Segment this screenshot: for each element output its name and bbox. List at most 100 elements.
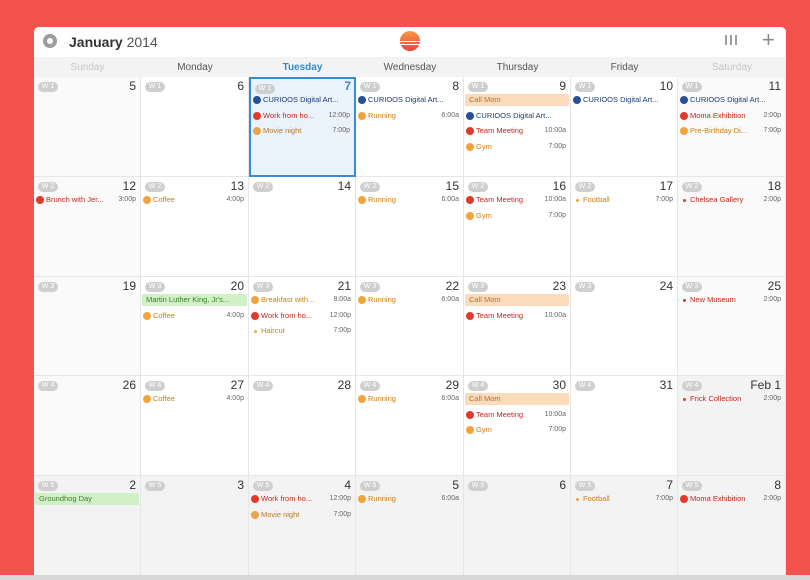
calendar-event[interactable]: Coffee 4:00p — [143, 393, 246, 405]
day-cell[interactable]: W 2 13 Coffee 4:00p — [141, 177, 249, 277]
event-time: 10:00a — [544, 311, 566, 319]
calendar-event[interactable]: Gym 7:00p — [466, 424, 568, 436]
day-cell[interactable]: W 5 7 Football 7:00p — [571, 476, 678, 580]
day-cell[interactable]: W 3 24 — [571, 277, 678, 376]
event-title: Running — [368, 110, 396, 120]
gear-icon[interactable] — [43, 34, 57, 48]
day-cell[interactable]: W 4 28 — [249, 376, 356, 476]
calendar-event[interactable]: Breakfast with... 8:00a — [251, 294, 353, 306]
day-cell[interactable]: W 1 7 CURIOOS Digital Art... Work from ho..… — [249, 77, 356, 177]
event-calendar-icon — [251, 495, 259, 503]
week-badge: W 5 — [468, 481, 488, 491]
day-cell[interactable]: W 5 4 Work from ho... 12:00p Movie night 7:00… — [249, 476, 356, 580]
calendar-event[interactable]: Gym 7:00p — [466, 210, 568, 222]
day-cell[interactable]: W 2 16 Team Meeting 10:00a Gym 7:00p — [464, 177, 571, 277]
day-cell[interactable]: W 5 8 Moma Exhibition 2:00p — [678, 476, 786, 580]
calendar-event[interactable]: Football 7:00p — [573, 493, 675, 505]
event-time: 3:00p — [118, 196, 136, 203]
calendar-event[interactable]: Running 6:00a — [358, 393, 461, 405]
day-cell[interactable]: W 1 8 CURIOOS Digital Art... Running 6:00a — [356, 77, 464, 177]
calendar-event[interactable]: Running 6:00a — [358, 110, 461, 122]
day-cell[interactable]: W 1 6 — [141, 77, 249, 177]
calendar-event[interactable]: Football 7:00p — [573, 194, 675, 206]
day-cell[interactable]: W 3 22 Running 6:00a — [356, 277, 464, 376]
day-cell[interactable]: W 1 11 CURIOOS Digital Art... Moma Exhibiti… — [678, 77, 786, 177]
day-cell[interactable]: W 1 10 CURIOOS Digital Art... — [571, 77, 678, 177]
columns-view-icon[interactable] — [724, 33, 738, 47]
day-cell[interactable]: W 4 30 Call Mom Team Meeting 10:00a Gym 7:00p — [464, 376, 571, 476]
event-time: 8:00a — [333, 296, 351, 303]
day-cell[interactable]: W 3 25 New Museum 2:00p — [678, 277, 786, 376]
day-cell[interactable]: W 5 3 — [141, 476, 249, 580]
day-cell[interactable]: W 5 2 Groundhog Day — [34, 476, 141, 580]
event-calendar-icon — [251, 311, 259, 320]
calendar-event[interactable]: Running 6:00a — [358, 194, 461, 206]
calendar-event[interactable]: Work from ho... 12:00p — [253, 110, 352, 122]
calendar-event[interactable]: Team Meeting 10:00a — [466, 310, 568, 322]
day-cell[interactable]: W 5 5 Running 6:00a — [356, 476, 464, 580]
calendar-event[interactable]: Chelsea Gallery 2:00p — [680, 194, 783, 206]
calendar-event[interactable]: CURIOOS Digital Art... — [358, 94, 461, 106]
calendar-event[interactable]: Brunch with Jer... 3:00p — [36, 194, 138, 206]
calendar-event[interactable]: New Museum 2:00p — [680, 294, 783, 306]
month-label: January — [69, 34, 123, 50]
calendar-event[interactable]: CURIOOS Digital Art... — [466, 110, 568, 122]
day-cell[interactable]: W 4 27 Coffee 4:00p — [141, 376, 249, 476]
calendar-event[interactable]: Movie night 7:00p — [251, 509, 353, 521]
calendar-event[interactable]: Team Meeting 10:00a — [466, 194, 568, 206]
day-number: Feb 1 — [750, 378, 781, 392]
calendar-event[interactable]: Running 6:00a — [358, 294, 461, 306]
calendar-event[interactable]: Pre-Birthday Di... 7:00p — [680, 125, 783, 137]
day-cell[interactable]: W 2 17 Football 7:00p — [571, 177, 678, 277]
calendar-event[interactable]: CURIOOS Digital Art... — [253, 94, 352, 106]
event-title: CURIOOS Digital Art... — [368, 95, 444, 104]
event-time: 7:00p — [763, 127, 781, 134]
calendar-event[interactable]: Movie night 7:00p — [253, 125, 352, 137]
calendar-event[interactable]: Coffee 4:00p — [143, 194, 246, 206]
calendar-event[interactable]: CURIOOS Digital Art... — [680, 94, 783, 106]
all-day-event[interactable]: Martin Luther King, Jr's... — [142, 294, 247, 306]
day-cell[interactable]: W 5 6 — [464, 476, 571, 580]
day-number: 8 — [774, 478, 781, 492]
day-cell[interactable]: W 3 19 — [34, 277, 141, 376]
day-cell[interactable]: W 3 23 Call Mom Team Meeting 10:00a — [464, 277, 571, 376]
day-cell[interactable]: W 2 15 Running 6:00a — [356, 177, 464, 277]
day-cell[interactable]: W 2 12 Brunch with Jer... 3:00p — [34, 177, 141, 277]
calendar-event[interactable]: CURIOOS Digital Art... — [573, 94, 675, 106]
calendar-event[interactable]: Work from ho... 12:00p — [251, 493, 353, 505]
calendar-event[interactable]: Haircut 7:00p — [251, 325, 353, 337]
day-number: 2 — [129, 478, 136, 492]
day-number: 4 — [344, 478, 351, 492]
all-day-event[interactable]: Groundhog Day — [35, 493, 139, 505]
all-day-event[interactable]: Call Mom — [465, 294, 569, 306]
day-number: 6 — [559, 478, 566, 492]
calendar-event[interactable]: Coffee 4:00p — [143, 310, 246, 322]
calendar-event[interactable]: Work from ho... 12:00p — [251, 310, 353, 322]
calendar-event[interactable]: Moma Exhibition 2:00p — [680, 493, 783, 505]
day-number: 5 — [452, 478, 459, 492]
day-cell[interactable]: W 1 5 — [34, 77, 141, 177]
day-cell[interactable]: W 4 31 — [571, 376, 678, 476]
day-cell[interactable]: W 3 20 Martin Luther King, Jr's... Coffee 4:… — [141, 277, 249, 376]
day-cell[interactable]: W 2 14 — [249, 177, 356, 277]
calendar-event[interactable]: Running 6:00a — [358, 493, 461, 505]
calendar-event[interactable]: Gym 7:00p — [466, 141, 568, 153]
day-cell[interactable]: W 4 Feb 1 Frick Collection 2:00p — [678, 376, 786, 476]
day-cell[interactable]: W 2 18 Chelsea Gallery 2:00p — [678, 177, 786, 277]
all-day-event[interactable]: Call Mom — [465, 393, 569, 405]
day-cell[interactable]: W 4 26 — [34, 376, 141, 476]
calendar-event[interactable]: Frick Collection 2:00p — [680, 393, 783, 405]
day-number: 29 — [445, 378, 459, 392]
day-cell[interactable]: W 3 21 Breakfast with... 8:00a Work from ho.… — [249, 277, 356, 376]
plus-icon[interactable]: + — [762, 29, 775, 51]
day-cell[interactable]: W 4 29 Running 6:00a — [356, 376, 464, 476]
day-cell[interactable]: W 1 9 Call Mom CURIOOS Digital Art... Team M… — [464, 77, 571, 177]
day-number: 18 — [767, 179, 781, 193]
calendar-event[interactable]: Team Meeting 10:00a — [466, 409, 568, 421]
calendar-event[interactable]: Team Meeting 10:00a — [466, 125, 568, 137]
all-day-event[interactable]: Call Mom — [465, 94, 569, 106]
event-title: Frick Collection — [690, 394, 742, 403]
calendar-event[interactable]: Moma Exhibition 2:00p — [680, 110, 783, 122]
day-number: 17 — [659, 179, 673, 193]
week-badge: W 2 — [38, 182, 58, 192]
